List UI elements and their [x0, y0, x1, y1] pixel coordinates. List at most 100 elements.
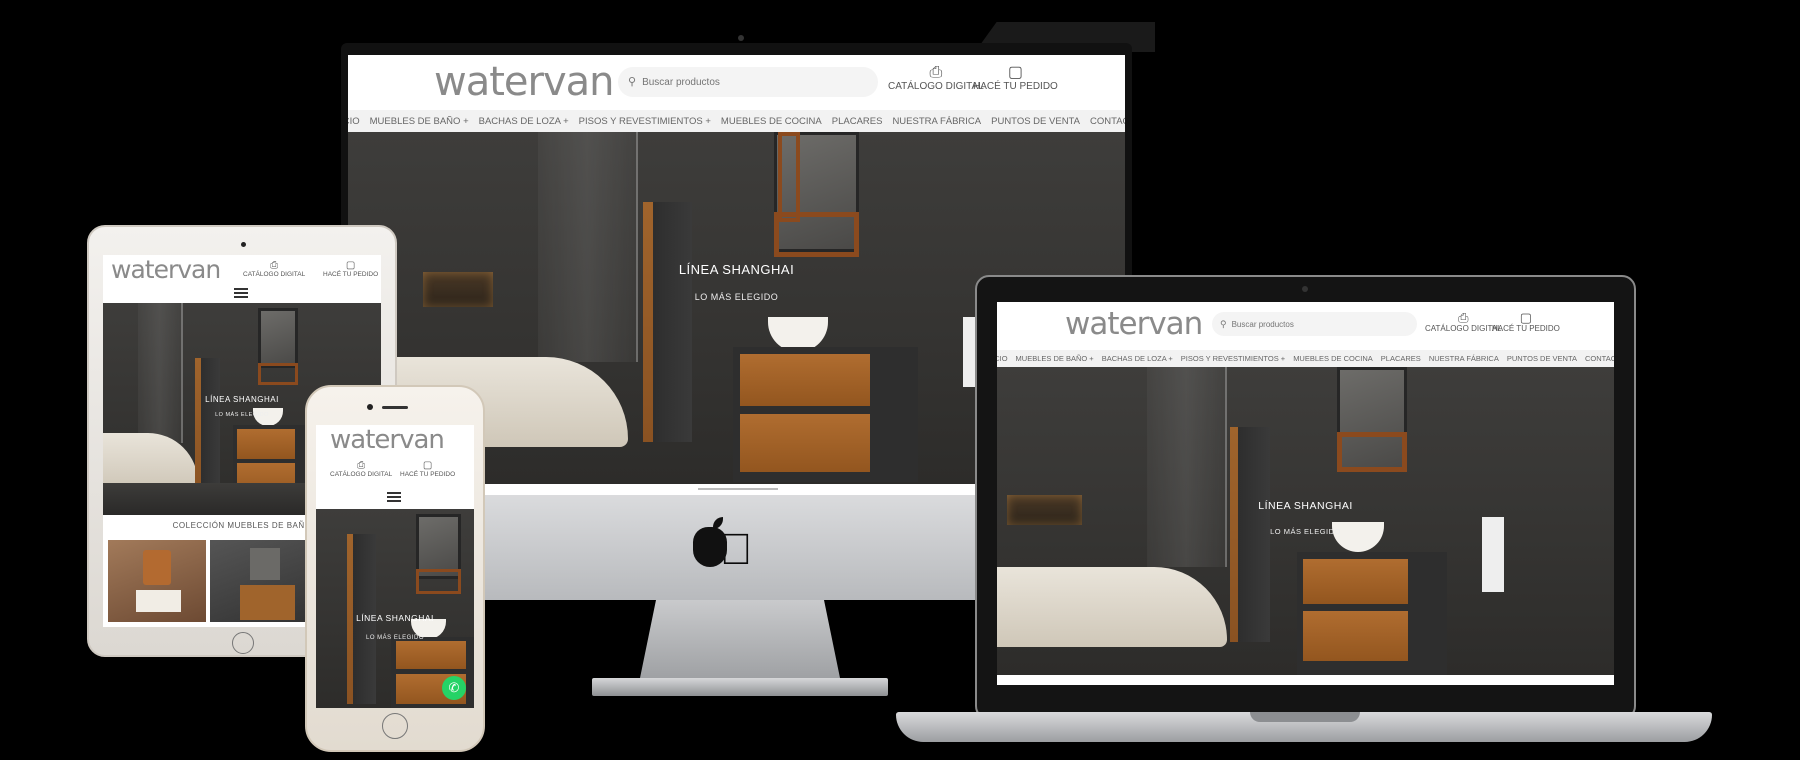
shopping-bag-icon: ▢ [345, 260, 356, 271]
nav-item-muebles-de-cocina[interactable]: MUEBLES DE COCINA [721, 116, 822, 127]
laptop-site: watervan ⚲ ⎙ CATÁLOGO DIGITAL ▢ HACÉ TU … [997, 302, 1614, 685]
nav-item-placares[interactable]: PLACARES [1381, 354, 1421, 363]
desktop-catalog-link[interactable]: ⎙ CATÁLOGO DIGITAL [888, 64, 984, 93]
nav-item-inicio[interactable]: INICIO [348, 116, 360, 127]
laptop-main-nav: INICIO MUEBLES DE BAÑO + BACHAS DE LOZA … [997, 350, 1614, 367]
tablet-camera [241, 242, 246, 247]
laptop-search-input[interactable] [1231, 319, 1392, 329]
search-icon: ⚲ [628, 75, 637, 88]
desktop-order-link[interactable]: ▢ HACÉ TU PEDIDO [973, 64, 1058, 93]
hamburger-menu-icon[interactable] [234, 288, 248, 298]
tablet-order-link[interactable]: ▢ HACÉ TU PEDIDO [323, 260, 379, 279]
product-vanity [240, 585, 295, 620]
desktop-carousel-indicator[interactable] [698, 488, 778, 490]
phone-hero-banner[interactable]: LÍNEA SHANGHAI LO MÁS ELEGIDO ✆ [316, 509, 474, 708]
phone-logo[interactable]: watervan [330, 425, 445, 455]
nav-item-bachas-de-loza[interactable]: BACHAS DE LOZA + [479, 116, 569, 127]
desktop-header: watervan ⚲ ⎙ CATÁLOGO DIGITAL ▢ HACÉ TU … [348, 55, 1125, 110]
phone-camera [367, 404, 373, 410]
catalog-icon: ⎙ [929, 64, 943, 81]
imac-stand-neck [640, 600, 840, 678]
tall-cabinet-wood [643, 202, 653, 442]
tablet-order-label: HACÉ TU PEDIDO [323, 271, 379, 278]
whatsapp-icon[interactable]: ✆ [442, 676, 466, 700]
tablet-product-card-2[interactable] [210, 540, 308, 622]
nav-item-puntos-de-venta[interactable]: PUNTOS DE VENTA [991, 116, 1080, 127]
nav-item-contacto[interactable]: CONTACTO [1585, 354, 1614, 363]
phone-hero-subtitle: LO MÁS ELEGIDO [365, 635, 424, 641]
laptop-hero-title: LÍNEA SHANGHAI [1258, 500, 1353, 512]
phone-frame: watervan ⎙ CATÁLOGO DIGITAL ▢ HACÉ TU PE… [305, 385, 485, 752]
nav-item-nuestra-fabrica[interactable]: NUESTRA FÁBRICA [892, 116, 981, 127]
nav-item-placares[interactable]: PLACARES [832, 116, 883, 127]
desktop-search-bar[interactable]: ⚲ [618, 67, 878, 97]
catalog-icon: ⎙ [357, 460, 366, 471]
phone-catalog-label: CATÁLOGO DIGITAL [330, 471, 393, 478]
laptop-header: watervan ⚲ ⎙ CATÁLOGO DIGITAL ▢ HACÉ TU … [997, 302, 1614, 350]
tablet-catalog-label: CATÁLOGO DIGITAL [243, 271, 306, 278]
nav-item-contacto[interactable]: CONTACTO [1090, 116, 1125, 127]
vanity-drawer-top [396, 641, 466, 669]
tablet-logo[interactable]: watervan [111, 255, 221, 284]
wood-shelf [258, 363, 298, 385]
nav-item-puntos-de-venta[interactable]: PUNTOS DE VENTA [1507, 354, 1577, 363]
tall-cabinet [648, 202, 692, 442]
laptop-lid: watervan ⚲ ⎙ CATÁLOGO DIGITAL ▢ HACÉ TU … [975, 275, 1636, 720]
vanity-drawer-bottom [1303, 611, 1408, 661]
vanity-drawer-top [237, 429, 295, 459]
laptop-logo[interactable]: watervan [1065, 306, 1203, 342]
phone-site: watervan ⎙ CATÁLOGO DIGITAL ▢ HACÉ TU PE… [316, 425, 474, 708]
desktop-order-label: HACÉ TU PEDIDO [973, 81, 1058, 92]
product-mirror [143, 550, 171, 585]
nav-item-muebles-de-cocina[interactable]: MUEBLES DE COCINA [1293, 354, 1373, 363]
laptop-camera [1302, 286, 1308, 292]
nav-item-inicio[interactable]: INICIO [997, 354, 1008, 363]
desktop-main-nav: INICIO MUEBLES DE BAÑO + BACHAS DE LOZA … [348, 110, 1125, 132]
nav-item-nuestra-fabrica[interactable]: NUESTRA FÁBRICA [1429, 354, 1499, 363]
tablet-catalog-link[interactable]: ⎙ CATÁLOGO DIGITAL [243, 260, 306, 279]
bathtub [103, 433, 198, 488]
phone-catalog-link[interactable]: ⎙ CATÁLOGO DIGITAL [330, 460, 393, 479]
nav-item-muebles-de-bano[interactable]: MUEBLES DE BAÑO + [1016, 354, 1094, 363]
catalog-icon: ⎙ [1458, 310, 1469, 325]
bathtub [997, 567, 1227, 647]
nav-item-pisos-y-revestimientos[interactable]: PISOS Y REVESTIMIENTOS + [579, 116, 711, 127]
shopping-bag-icon: ▢ [1007, 64, 1023, 81]
shower-glass [538, 132, 638, 362]
tablet-home-button[interactable] [232, 632, 254, 654]
laptop-search-bar[interactable]: ⚲ [1212, 312, 1417, 336]
laptop-catalog-label: CATÁLOGO DIGITAL [1425, 324, 1502, 333]
phone-order-link[interactable]: ▢ HACÉ TU PEDIDO [400, 460, 455, 479]
laptop-order-link[interactable]: ▢ HACÉ TU PEDIDO [1492, 311, 1560, 333]
tall-cabinet-wood [195, 358, 201, 498]
side-shelf [778, 132, 800, 222]
desktop-search-input[interactable] [642, 76, 843, 88]
laptop-catalog-link[interactable]: ⎙ CATÁLOGO DIGITAL [1425, 311, 1502, 333]
laptop-opening-notch [1250, 712, 1360, 722]
tablet-product-card-1[interactable] [108, 540, 206, 622]
imac-stand-base [592, 678, 888, 696]
nav-item-muebles-de-bano[interactable]: MUEBLES DE BAÑO + [370, 116, 469, 127]
shower-glass [138, 303, 183, 443]
laptop-order-label: HACÉ TU PEDIDO [1492, 324, 1560, 333]
wall-mirror [258, 308, 298, 368]
vanity-drawer-bottom [740, 414, 870, 472]
vanity-drawer-top [740, 354, 870, 406]
phone-hero-title: LÍNEA SHANGHAI [356, 613, 434, 623]
catalog-icon: ⎙ [270, 260, 279, 271]
vanity-drawer-top [1303, 559, 1408, 604]
desktop-logo[interactable]: watervan [434, 59, 614, 105]
hamburger-menu-icon[interactable] [387, 492, 401, 502]
shopping-bag-icon: ▢ [422, 460, 433, 471]
nav-item-bachas-de-loza[interactable]: BACHAS DE LOZA + [1102, 354, 1173, 363]
shower-glass [1147, 367, 1227, 567]
shopping-bag-icon: ▢ [1519, 310, 1533, 325]
imac-camera [738, 35, 744, 41]
product-vanity [136, 590, 181, 612]
wood-shelf [416, 569, 461, 594]
laptop-hero-subtitle: LO MÁS ELEGIDO [1270, 527, 1341, 536]
phone-home-button[interactable] [382, 713, 408, 739]
nav-item-pisos-y-revestimientos[interactable]: PISOS Y REVESTIMIENTOS + [1181, 354, 1285, 363]
wood-shelf [1337, 432, 1407, 472]
laptop-hero-banner[interactable]: LÍNEA SHANGHAI LO MÁS ELEGIDO [997, 367, 1614, 675]
